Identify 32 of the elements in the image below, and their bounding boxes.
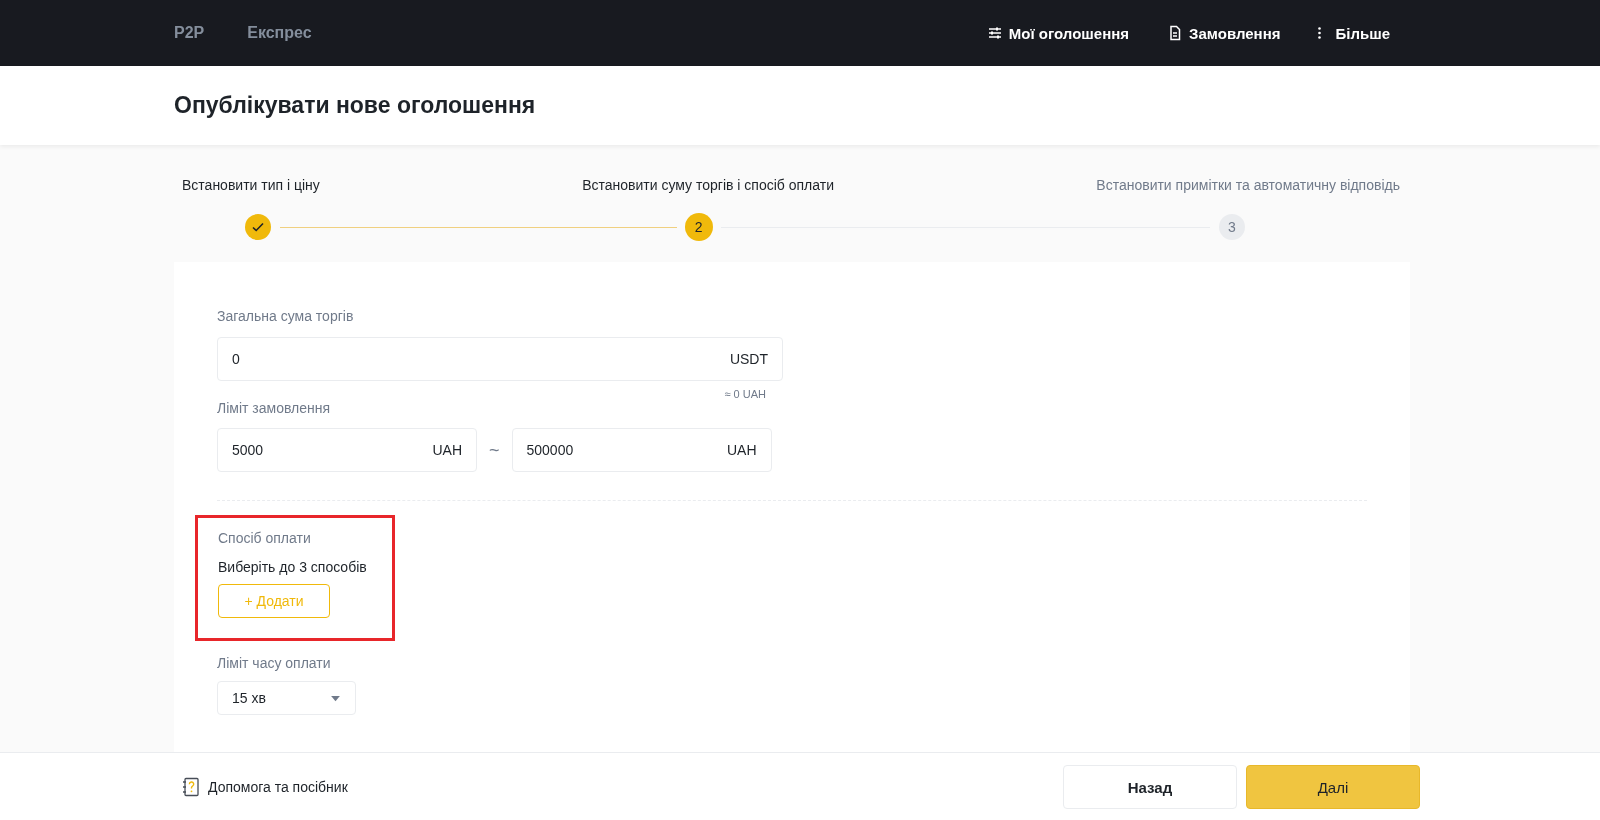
nav-link[interactable]: Мої оголошення [986,24,1130,42]
help-link[interactable]: Допомога та посібник [182,777,348,797]
unit-label: USDT [729,351,768,367]
step-label: Встановити суму торгів і спосіб оплати [582,177,834,193]
unit-label: UAH [726,442,757,458]
converted-amount: ≈ 0 UAH [724,388,766,400]
input-field[interactable]: 0 USDT [217,337,783,381]
nav-tab[interactable]: P2P [174,24,205,42]
hint-text: Виберіть до 3 способів [218,559,368,575]
field-label: Спосіб оплати [218,530,312,546]
nav-link[interactable]: Більше [1318,24,1390,42]
caret-icon [330,694,341,702]
field-label: Ліміт часу оплати [217,655,332,671]
next-button[interactable]: Далі [1246,765,1420,809]
step-label: Встановити тип і ціну [182,177,320,193]
range-separator: ~ [489,439,500,461]
field-label: Загальна сума торгів [217,308,355,324]
nav-tab[interactable]: Експрес [247,24,312,42]
input-field[interactable]: 5000 UAH [217,428,477,472]
step-label: Встановити примітки та автоматичну відповідь [1096,177,1400,193]
nav-link[interactable]: Замовлення [1167,24,1281,42]
field-label: Ліміт замовлення [217,400,332,416]
sliders-icon [986,25,1003,41]
help-book-icon [182,777,200,797]
dropdown[interactable]: 15 хв [217,681,356,715]
step-indicator: 3 [1219,214,1245,240]
page-title: Опублікувати нове оголошення [174,92,537,119]
more-icon [1318,27,1322,39]
input-field[interactable]: 500000 UAH [511,428,772,472]
step-indicator: 2 [685,214,712,240]
back-button[interactable]: Назад [1063,765,1237,809]
unit-label: UAH [432,442,462,458]
